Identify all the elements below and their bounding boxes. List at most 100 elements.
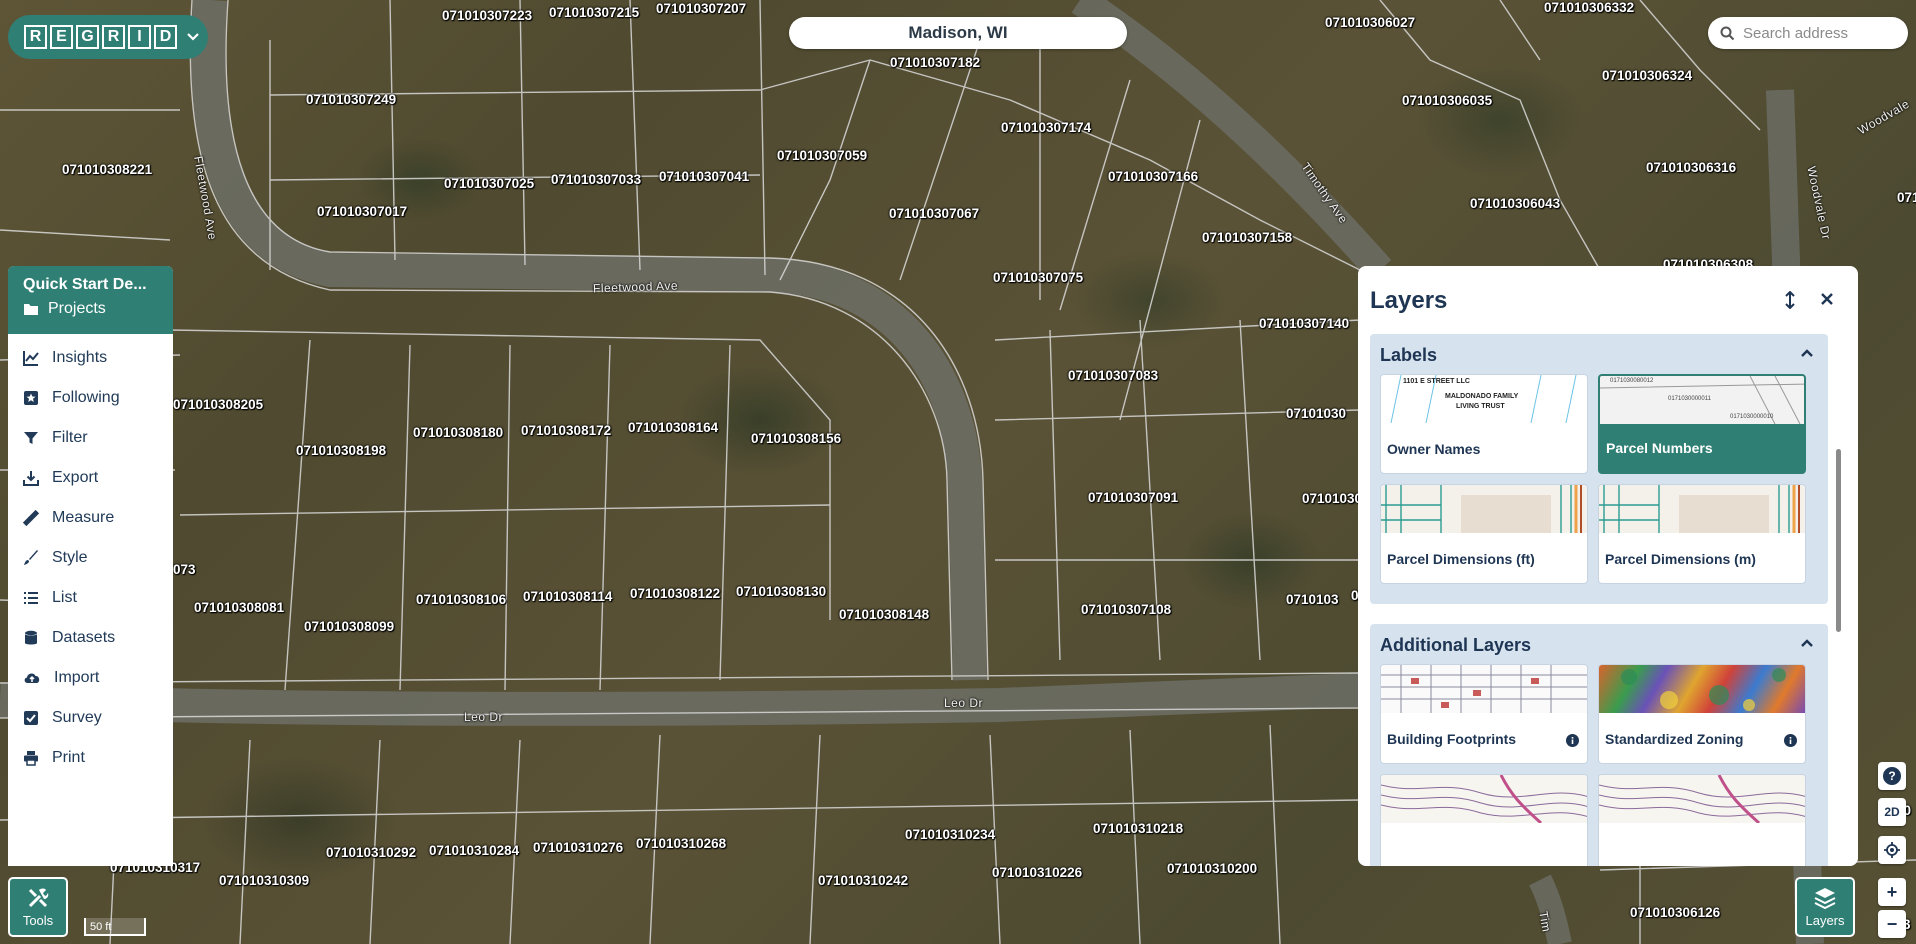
logo-letter: G [76, 25, 99, 49]
chevron-down-icon[interactable] [186, 32, 200, 42]
location-title[interactable]: Madison, WI [789, 17, 1127, 49]
projects-link[interactable]: Projects [8, 294, 173, 318]
owner-names-thumbnail: 1101 E STREET LLC MALDONADO FAMILY LIVIN… [1381, 375, 1587, 423]
parcel-label: 071010308099 [304, 619, 395, 634]
sidebar-item-print[interactable]: Print [8, 738, 173, 778]
layer-tile-owner-names[interactable]: 1101 E STREET LLC MALDONADO FAMILY LIVIN… [1380, 374, 1588, 474]
project-title[interactable]: Quick Start De... [8, 266, 163, 294]
parcel-label: 071010306332 [1544, 0, 1635, 15]
parcel-dimensions-thumbnail [1381, 485, 1587, 533]
sidebar-item-label: Following [52, 389, 120, 406]
layers-button[interactable]: Layers [1795, 877, 1855, 937]
chevron-up-icon[interactable] [1800, 349, 1814, 358]
app-logo-menu[interactable]: R E G R I D [8, 15, 208, 59]
parcel-label: 071010307249 [306, 92, 397, 107]
parcel-label: 071010310292 [326, 845, 417, 860]
sidebar-item-label: Measure [52, 509, 115, 526]
parcel-label: 071010307166 [1108, 169, 1199, 184]
chevron-up-icon[interactable] [1800, 639, 1814, 648]
sidebar-item-datasets[interactable]: Datasets [8, 618, 173, 658]
tile-label: Parcel Numbers [1606, 440, 1713, 456]
parcel-label: 071010308205 [173, 397, 264, 412]
sidebar-item-measure[interactable]: Measure [8, 498, 173, 538]
list-icon [24, 592, 38, 604]
labels-section: Labels 1101 E STREET LLC MALDONADO FAMIL… [1370, 334, 1828, 604]
zoom-out-button[interactable]: − [1878, 910, 1906, 938]
parcel-label: 071010310309 [219, 873, 310, 888]
thumb-text: 0171030000011 [1668, 396, 1711, 402]
locate-button[interactable] [1878, 836, 1906, 864]
parcel-label: 071010310284 [429, 843, 520, 858]
info-icon[interactable] [1566, 734, 1579, 747]
parcel-label: 071010307075 [993, 270, 1084, 285]
project-header[interactable]: Quick Start De... Projects [8, 266, 173, 334]
tools-sidebar: Quick Start De... Projects Insights Foll… [8, 266, 173, 866]
layers-scroll-area[interactable]: Labels 1101 E STREET LLC MALDONADO FAMIL… [1370, 334, 1828, 866]
parcel-label: 071010307108 [1081, 602, 1172, 617]
sidebar-item-style[interactable]: Style [8, 538, 173, 578]
zoom-in-button[interactable]: + [1878, 878, 1906, 906]
sidebar-item-insights[interactable]: Insights [8, 338, 173, 378]
parcel-label: 0710103 [1286, 592, 1339, 607]
tile-label: Parcel Dimensions (ft) [1387, 551, 1535, 567]
parcel-label: 071010308156 [751, 431, 842, 446]
sidebar-item-export[interactable]: Export [8, 458, 173, 498]
thumb-text: MALDONADO FAMILY [1445, 393, 1519, 400]
sidebar-item-survey[interactable]: Survey [8, 698, 173, 738]
sidebar-item-filter[interactable]: Filter [8, 418, 173, 458]
additional-layers-section: Additional Layers Building Footprints St… [1370, 624, 1828, 866]
labels-section-header[interactable]: Labels [1370, 334, 1828, 374]
logo-letter: I [128, 25, 151, 49]
sidebar-item-label: Print [52, 749, 85, 766]
import-icon [24, 673, 40, 683]
regrid-logo: R E G R I D [24, 25, 180, 49]
resize-vertical-icon[interactable] [1785, 291, 1795, 309]
search-input[interactable] [1741, 23, 1905, 43]
street-label: Fleetwood Ave [592, 278, 679, 296]
help-button[interactable]: ? [1878, 762, 1906, 790]
layer-tile-building-footprints[interactable]: Building Footprints [1380, 664, 1588, 764]
parcel-label: 073 [173, 562, 196, 577]
sidebar-item-label: Insights [52, 349, 108, 366]
view-mode-toggle[interactable]: 2D [1878, 798, 1906, 826]
parcel-numbers-thumbnail: 0171030080012 0171030000011 017103000001… [1600, 376, 1804, 424]
parcel-label: 071010307158 [1202, 230, 1293, 245]
parcel-label: 071010307067 [889, 206, 980, 221]
layer-tile-standardized-zoning[interactable]: Standardized Zoning [1598, 664, 1806, 764]
crosshair-icon [1884, 842, 1900, 858]
parcel-label: 071 [1897, 190, 1916, 205]
layers-label: Layers [1805, 913, 1845, 928]
logo-letter: E [50, 25, 73, 49]
logo-letter: R [24, 25, 47, 49]
street-label: Leo Dr [944, 696, 984, 710]
layer-tile-parcel-dimensions-ft[interactable]: Parcel Dimensions (ft) [1380, 484, 1588, 584]
layer-tile-contours[interactable] [1380, 774, 1588, 866]
info-icon[interactable] [1784, 734, 1797, 747]
parcel-label: 071010306043 [1470, 196, 1561, 211]
parcel-label: 071010307041 [659, 169, 750, 184]
projects-label: Projects [48, 300, 106, 317]
tile-label: Building Footprints [1387, 731, 1517, 747]
parcel-label: 071010307083 [1068, 368, 1159, 383]
sidebar-item-label: Import [54, 669, 100, 686]
additional-layers-section-header[interactable]: Additional Layers [1370, 624, 1828, 664]
layer-tile-parcel-dimensions-m[interactable]: Parcel Dimensions (m) [1598, 484, 1806, 584]
search-bar[interactable] [1708, 17, 1908, 49]
layer-tile-parcel-numbers[interactable]: 0171030080012 0171030000011 017103000001… [1598, 374, 1806, 474]
parcel-label: 071010308148 [839, 607, 930, 622]
parcel-label: 071010308180 [413, 425, 504, 440]
layer-tile-contours-alt[interactable] [1598, 774, 1806, 866]
datasets-icon [25, 630, 37, 645]
folder-icon [24, 304, 38, 315]
close-icon[interactable] [1820, 292, 1834, 306]
parcel-label: 071010306035 [1402, 93, 1493, 108]
sidebar-item-import[interactable]: Import [8, 658, 173, 698]
sidebar-item-following[interactable]: Following [8, 378, 173, 418]
tools-button[interactable]: Tools [8, 877, 68, 937]
building-footprints-thumbnail [1381, 665, 1587, 713]
scrollbar-thumb[interactable] [1836, 449, 1841, 632]
parcel-label: 071010308122 [630, 586, 721, 601]
parcel-label: 071010306324 [1602, 68, 1693, 83]
sidebar-item-list[interactable]: List [8, 578, 173, 618]
parcel-label: 071010308130 [736, 584, 827, 599]
